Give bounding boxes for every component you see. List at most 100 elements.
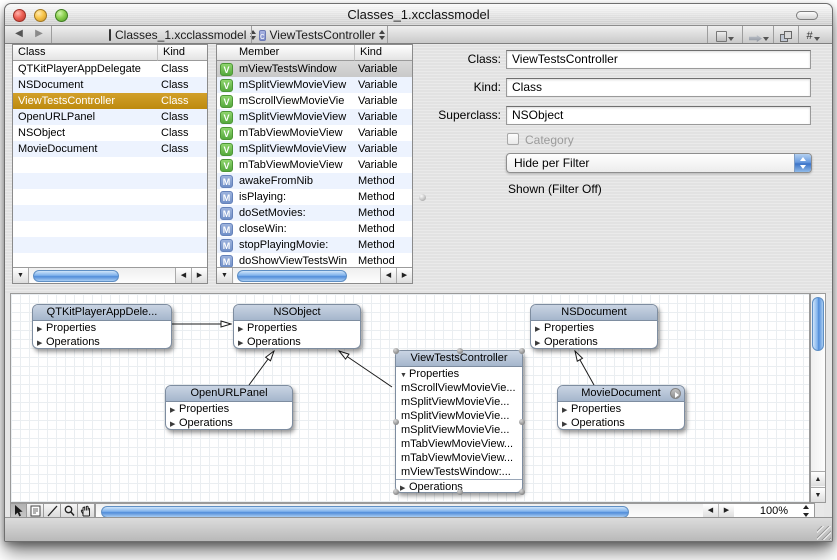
disclosure-triangle-icon[interactable]: ▶	[562, 404, 571, 416]
selection-handle[interactable]	[393, 489, 399, 495]
table-row[interactable]: NSDocument Class	[13, 77, 207, 93]
property-item[interactable]: mSplitViewMovieVie...	[396, 395, 522, 409]
table-row-selected[interactable]: ViewTestsController Class	[13, 93, 207, 109]
list-options-button[interactable]: ▼	[13, 268, 29, 283]
operations-row[interactable]: ▶ Operations	[558, 416, 684, 430]
table-row[interactable]: OpenURLPanel Class	[13, 109, 207, 125]
properties-row-expanded[interactable]: ▼ Properties	[396, 367, 522, 381]
class-box-title[interactable]: MovieDocument	[558, 386, 684, 402]
diagram-vertical-scrollbar[interactable]: ▲ ▼	[810, 293, 826, 503]
class-box-title[interactable]: NSDocument	[531, 305, 657, 321]
symbol-popup[interactable]: c ViewTestsController	[255, 26, 386, 44]
class-box-title[interactable]: NSObject	[234, 305, 360, 321]
category-checkbox[interactable]	[507, 133, 519, 145]
class-box-nsobject[interactable]: NSObject ▶ Properties ▶ Operations	[233, 304, 361, 349]
table-row[interactable]: NSObject Class	[13, 125, 207, 141]
properties-row[interactable]: ▶ Properties	[234, 321, 360, 335]
scroll-right-button[interactable]: ▶	[718, 504, 734, 518]
property-item[interactable]: mTabViewMovieView...	[396, 437, 522, 451]
class-box-moviedocument[interactable]: MovieDocument ▶ Properties ▶ Operations	[557, 385, 685, 430]
resize-grip[interactable]	[817, 526, 831, 540]
disclosure-triangle-icon[interactable]: ▶	[238, 323, 247, 335]
class-box-title[interactable]: QTKitPlayerAppDele...	[33, 305, 171, 321]
zoom-stepper-icon[interactable]	[803, 505, 810, 517]
properties-row[interactable]: ▶ Properties	[166, 402, 292, 416]
line-number-button[interactable]: #	[801, 27, 825, 43]
title-bar[interactable]: Classes_1.xcclassmodel	[5, 4, 832, 26]
scroll-right-button[interactable]: ▶	[191, 268, 207, 283]
table-row[interactable]: V mSplitViewMovieView Variable	[217, 141, 412, 157]
breakpoints-button[interactable]	[745, 27, 773, 43]
table-row[interactable]: M stopPlayingMovie: Method	[217, 237, 412, 253]
kind-column-header[interactable]: Kind	[354, 45, 412, 61]
class-box-nsdocument[interactable]: NSDocument ▶ Properties ▶ Operations	[530, 304, 658, 349]
operations-row[interactable]: ▶ Operations	[33, 335, 171, 349]
table-row-selected[interactable]: V mViewTestsWindow Variable	[217, 61, 412, 77]
member-column-header[interactable]: Member	[217, 45, 354, 61]
filter-popup[interactable]: Hide per Filter	[506, 153, 812, 173]
operations-row[interactable]: ▶ Operations	[166, 416, 292, 430]
class-box-openurlpanel[interactable]: OpenURLPanel ▶ Properties ▶ Operations	[165, 385, 293, 430]
table-row[interactable]: M isPlaying: Method	[217, 189, 412, 205]
disclosure-triangle-icon[interactable]: ▶	[170, 418, 179, 430]
disclosure-triangle-icon[interactable]: ▼	[400, 369, 409, 381]
file-history-popup[interactable]: Classes_1.xcclassmodel	[105, 26, 257, 44]
property-item[interactable]: mTabViewMovieView...	[396, 451, 522, 465]
scroll-down-button[interactable]: ▼	[811, 487, 825, 502]
properties-row[interactable]: ▶ Properties	[33, 321, 171, 335]
disclosure-triangle-icon[interactable]: ▶	[400, 482, 409, 493]
scrollbar-thumb[interactable]	[33, 269, 119, 282]
class-box-qtkitplayerappdelegate[interactable]: QTKitPlayerAppDele... ▶ Properties ▶ Opera…	[32, 304, 172, 349]
operations-row[interactable]: ▶ Operations	[234, 335, 360, 349]
scroll-up-button[interactable]: ▲	[811, 471, 825, 486]
table-row[interactable]: V mSplitViewMovieView Variable	[217, 77, 412, 93]
disclosure-triangle-icon[interactable]: ▶	[170, 404, 179, 416]
scroll-right-button[interactable]: ▶	[396, 268, 412, 283]
properties-row[interactable]: ▶ Properties	[558, 402, 684, 416]
selection-handle[interactable]	[457, 489, 463, 495]
table-row[interactable]: V mTabViewMovieView Variable	[217, 157, 412, 173]
class-field[interactable]: ViewTestsController	[506, 50, 811, 69]
forward-button[interactable]: ▶	[31, 28, 47, 42]
scrollbar-thumb[interactable]	[812, 297, 824, 351]
property-item[interactable]: mSplitViewMovieVie...	[396, 423, 522, 437]
operations-row[interactable]: ▶ Operations	[531, 335, 657, 349]
selection-handle[interactable]	[519, 489, 525, 495]
superclass-field[interactable]: NSObject	[506, 106, 811, 125]
disclosure-triangle-icon[interactable]: ▶	[535, 323, 544, 335]
selection-handle[interactable]	[457, 348, 463, 354]
bookmarks-button[interactable]	[711, 27, 739, 43]
kind-field[interactable]: Class	[506, 78, 811, 97]
member-list-horizontal-scrollbar[interactable]: ▼ ◀ ▶	[217, 267, 412, 283]
table-row[interactable]: V mSplitViewMovieView Variable	[217, 109, 412, 125]
class-column-header[interactable]: Class	[13, 45, 157, 61]
back-button[interactable]: ◀	[11, 28, 27, 42]
table-row[interactable]: M doSetMovies: Method	[217, 205, 412, 221]
splitter-dimple[interactable]	[419, 194, 426, 201]
scroll-left-button[interactable]: ◀	[380, 268, 396, 283]
disclosure-triangle-icon[interactable]: ▶	[562, 418, 571, 430]
table-row[interactable]: V mScrollViewMovieVie Variable	[217, 93, 412, 109]
disclosure-triangle-icon[interactable]: ▶	[37, 337, 46, 349]
table-row[interactable]: V mTabViewMovieView Variable	[217, 125, 412, 141]
properties-row[interactable]: ▶ Properties	[531, 321, 657, 335]
class-box-title[interactable]: OpenURLPanel	[166, 386, 292, 402]
scrollbar-thumb[interactable]	[101, 505, 629, 518]
selection-handle[interactable]	[393, 419, 399, 425]
disclosure-triangle-icon[interactable]: ▶	[535, 337, 544, 349]
jump-to-class-icon[interactable]	[670, 388, 681, 399]
table-row[interactable]: QTKitPlayerAppDelegate Class	[13, 61, 207, 77]
class-diagram-canvas[interactable]: QTKitPlayerAppDele... ▶ Properties ▶ Opera…	[10, 293, 810, 503]
disclosure-triangle-icon[interactable]: ▶	[37, 323, 46, 335]
scrollbar-thumb[interactable]	[237, 269, 347, 282]
class-list-horizontal-scrollbar[interactable]: ▼ ◀ ▶	[13, 267, 207, 283]
disclosure-triangle-icon[interactable]: ▶	[238, 337, 247, 349]
selection-handle[interactable]	[519, 419, 525, 425]
table-row[interactable]: M closeWin: Method	[217, 221, 412, 237]
property-item[interactable]: mSplitViewMovieVie...	[396, 409, 522, 423]
selection-handle[interactable]	[393, 348, 399, 354]
scroll-left-button[interactable]: ◀	[703, 504, 718, 518]
selection-handle[interactable]	[519, 348, 525, 354]
class-box-viewtestscontroller-selected[interactable]: ViewTestsController ▼ Properties mScrollV…	[393, 348, 525, 495]
kind-column-header[interactable]: Kind	[157, 45, 207, 61]
